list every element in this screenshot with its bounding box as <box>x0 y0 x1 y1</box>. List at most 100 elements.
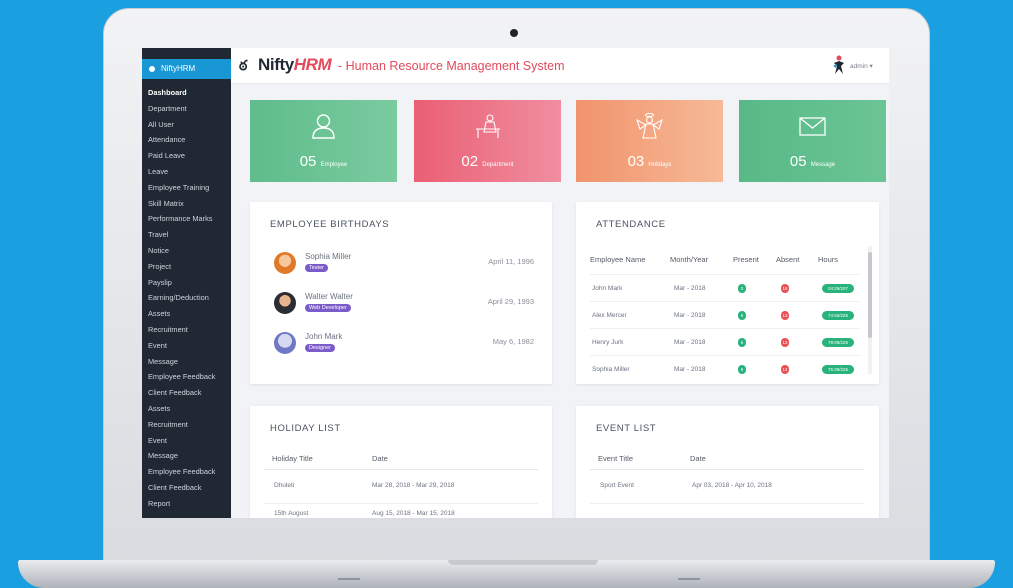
sidebar-item[interactable]: Client Feedback <box>148 385 231 401</box>
employee-name: Sophia Miller <box>305 252 352 261</box>
laptop-notch <box>448 560 598 565</box>
birth-date: April 11, 1996 <box>488 257 534 266</box>
employee-name: Alex Mercer <box>592 312 627 319</box>
column-header[interactable]: Event Title <box>598 454 633 463</box>
holiday-row[interactable]: Dhuleti Mar 28, 2018 - Mar 29, 2018 <box>264 476 538 504</box>
sidebar-item[interactable]: Event <box>148 433 231 449</box>
employee-name: Sophia Miller <box>592 366 630 373</box>
present-badge: 6 <box>738 311 746 320</box>
sidebar-item[interactable]: Employee Training <box>148 180 231 196</box>
column-header[interactable]: Hours <box>818 255 838 264</box>
column-header[interactable]: Present <box>733 255 759 264</box>
sidebar-item[interactable]: Client Feedback <box>148 480 231 496</box>
holiday-row[interactable]: 15th August Aug 15, 2018 - Mar 15, 2018 <box>264 504 538 518</box>
sidebar-item[interactable]: Assets <box>148 401 231 417</box>
sidebar-brand-label: NiftyHRM <box>161 64 196 73</box>
role-badge: Tester <box>305 264 328 272</box>
column-header[interactable]: Month/Year <box>670 255 708 264</box>
panel-title: EVENT LIST <box>596 423 657 434</box>
birthday-row[interactable]: John Mark Designer May 6, 1982 <box>274 330 534 358</box>
sidebar-item[interactable]: Paid Leave <box>148 148 231 164</box>
sidebar-item[interactable]: Recruitment <box>148 417 231 433</box>
envelope-icon <box>799 117 826 136</box>
sidebar-item[interactable]: Project <box>148 259 231 275</box>
holiday-table-header: Holiday Title Date <box>264 448 538 470</box>
sidebar-item[interactable]: Employee Feedback <box>148 369 231 385</box>
birthdays-panel: EMPLOYEE BIRTHDAYS Sophia Miller Tester … <box>250 202 552 384</box>
sidebar-item[interactable]: Employee Feedback <box>148 464 231 480</box>
absent-badge: 13 <box>781 338 789 347</box>
sidebar-item[interactable]: Notice <box>148 243 231 259</box>
sidebar-item[interactable]: Dashboard <box>148 85 231 101</box>
employee-name: John Mark <box>592 285 623 292</box>
column-header[interactable]: Absent <box>776 255 799 264</box>
logo-icon: ఠ <box>239 57 248 73</box>
holiday-title: 15th August <box>274 510 309 517</box>
sidebar-item[interactable]: Department <box>148 101 231 117</box>
birthday-row[interactable]: Sophia Miller Tester April 11, 1996 <box>274 250 534 278</box>
sidebar-item[interactable]: Recruitment <box>148 322 231 338</box>
stat-card-holidays[interactable]: 03 Holidays <box>576 100 723 182</box>
webcam <box>510 29 518 37</box>
hours-badge: 04:29/207 <box>822 284 854 293</box>
column-header[interactable]: Date <box>372 454 388 463</box>
stat-card-employee[interactable]: 05 Employee <box>250 100 397 182</box>
hours-badge: 75:39/225 <box>822 365 854 374</box>
logo[interactable]: NiftyHRM <box>258 55 332 75</box>
sidebar-item[interactable]: Earning/Deduction <box>148 290 231 306</box>
stat-value: 05 Message <box>789 153 836 170</box>
user-menu[interactable]: admin ▾ <box>850 62 873 70</box>
stat-value: 05 Employee <box>299 153 348 170</box>
stat-value: 02 Department <box>461 153 514 170</box>
attendance-row[interactable]: Alex Mercer Mar - 2018 6 13 74:59/225 <box>590 301 860 328</box>
attendance-row[interactable]: Sophia Miller Mar - 2018 6 14 75:39/225 <box>590 355 860 382</box>
scrollbar-thumb[interactable] <box>868 252 872 338</box>
attendance-row[interactable]: Henry Jurk Mar - 2018 6 13 79:09/225 <box>590 328 860 355</box>
sidebar-item[interactable]: Performance Marks <box>148 211 231 227</box>
absent-badge: 13 <box>781 311 789 320</box>
birthday-row[interactable]: Walter Walter Web Developer April 29, 19… <box>274 290 534 318</box>
admin-avatar-icon[interactable] <box>831 54 847 76</box>
holiday-date: Mar 28, 2018 - Mar 29, 2018 <box>372 482 455 489</box>
sidebar-nav: Dashboard Department All User Attendance Pai… <box>148 85 231 512</box>
desk-worker-icon <box>476 114 500 138</box>
column-header[interactable]: Holiday Title <box>272 454 313 463</box>
sidebar-item[interactable]: Leave <box>148 164 231 180</box>
laptop-base <box>18 560 995 588</box>
month-year: Mar - 2018 <box>674 312 706 319</box>
stat-card-department[interactable]: 02 Department <box>414 100 561 182</box>
absent-badge: 16 <box>781 284 789 293</box>
stat-value: 03 Holidays <box>627 153 672 170</box>
sidebar-item[interactable]: Event <box>148 338 231 354</box>
angel-icon <box>636 113 663 139</box>
event-table-header: Event Title Date <box>590 448 864 470</box>
column-header[interactable]: Date <box>690 454 706 463</box>
sidebar-item[interactable]: Assets <box>148 306 231 322</box>
column-header[interactable]: Employee Name <box>590 255 645 264</box>
logo-suffix: HRM <box>293 55 332 74</box>
event-row[interactable]: Sport Event Apr 03, 2018 - Apr 10, 2018 <box>590 476 864 504</box>
sidebar-item[interactable]: Skill Matrix <box>148 196 231 212</box>
attendance-row[interactable]: John Mark Mar - 2018 0 16 04:29/207 <box>590 274 860 301</box>
employee-name: Henry Jurk <box>592 339 624 346</box>
sidebar-item[interactable]: Payslip <box>148 275 231 291</box>
holiday-title: Dhuleti <box>274 482 295 489</box>
birth-date: May 6, 1982 <box>492 337 534 346</box>
sidebar-item[interactable]: Travel <box>148 227 231 243</box>
attendance-panel: ATTENDANCE Employee Name Month/Year Pres… <box>576 202 879 384</box>
sidebar-item[interactable]: Report <box>148 496 231 512</box>
event-date: Apr 03, 2018 - Apr 10, 2018 <box>692 482 772 489</box>
sidebar-item[interactable]: Attendance <box>148 132 231 148</box>
sidebar-brand[interactable]: NiftyHRM <box>142 59 240 79</box>
holiday-date: Aug 15, 2018 - Mar 15, 2018 <box>372 510 455 517</box>
role-badge: Web Developer <box>305 304 351 312</box>
sidebar-item[interactable]: All User <box>148 117 231 133</box>
hours-badge: 79:09/225 <box>822 338 854 347</box>
avatar <box>274 332 296 354</box>
stat-card-message[interactable]: 05 Message <box>739 100 886 182</box>
event-list-panel: EVENT LIST Event Title Date Sport Event … <box>576 406 879 518</box>
sidebar-item[interactable]: Message <box>148 354 231 370</box>
birth-date: April 29, 1993 <box>487 297 534 306</box>
sidebar-item[interactable]: Message <box>148 448 231 464</box>
app-screen: NiftyHRM Dashboard Department All User Atte… <box>142 48 889 518</box>
